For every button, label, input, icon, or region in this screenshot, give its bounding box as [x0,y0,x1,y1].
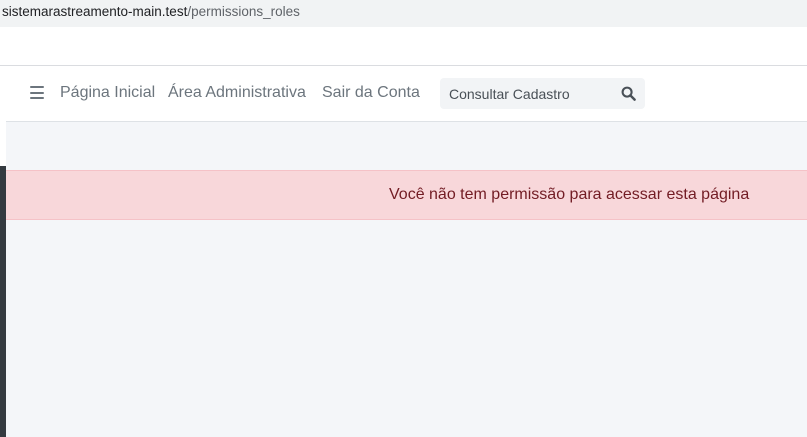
alert-message: Você não tem permissão para acessar esta… [389,186,750,203]
nav-link-pagina-inicial[interactable]: Página Inicial [60,84,155,102]
search-icon [621,86,636,101]
url-path: /permissions_roles [187,4,300,19]
search-form [440,78,645,109]
search-button[interactable] [613,78,645,109]
address-bar[interactable]: sistemarastreamento-main.test/permission… [0,0,807,27]
search-input[interactable] [440,78,619,109]
browser-toolbar-area [0,27,807,66]
permission-denied-alert: Você não tem permissão para acessar esta… [6,170,807,220]
hamburger-menu-icon[interactable] [30,86,44,100]
content-wrapper: Você não tem permissão para acessar esta… [6,122,807,437]
url-host: sistemarastreamento-main.test [2,4,188,19]
nav-link-area-administrativa[interactable]: Área Administrativa [168,84,306,102]
top-navbar: Página Inicial Área Administrativa Sair … [6,66,807,122]
nav-link-sair-da-conta[interactable]: Sair da Conta [322,84,420,102]
